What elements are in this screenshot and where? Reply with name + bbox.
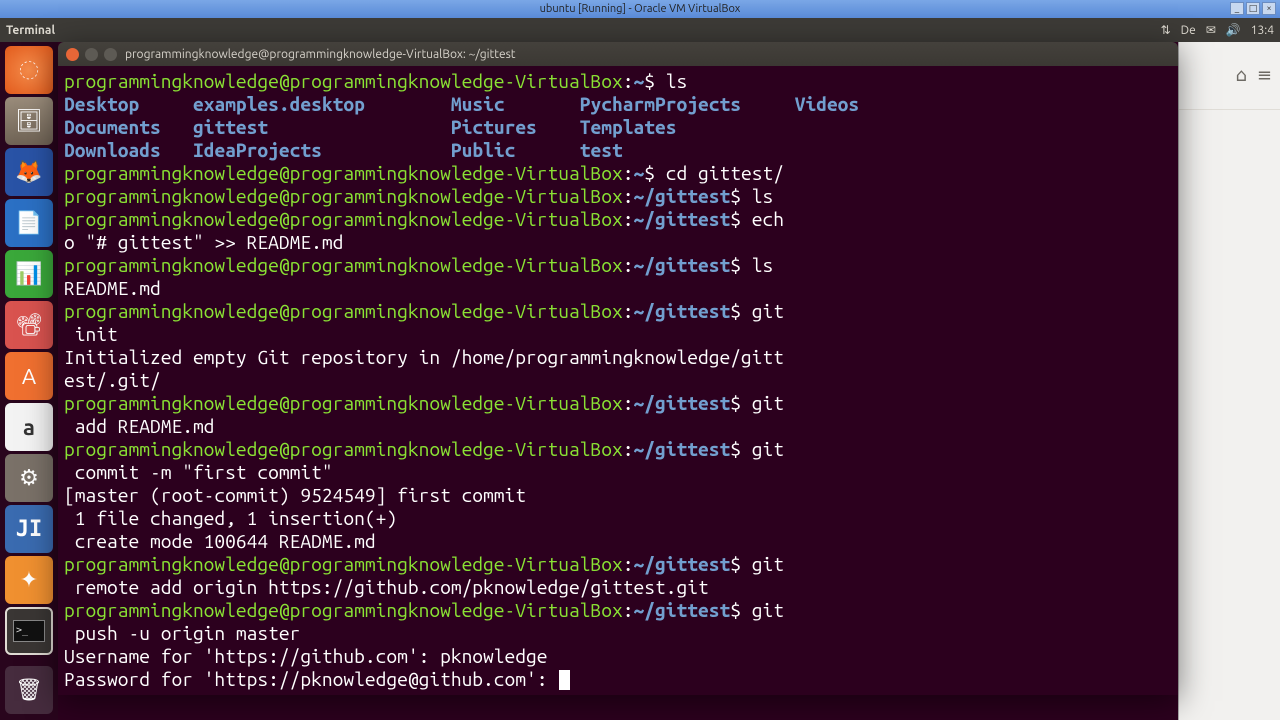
system-indicators: ⇅ De ✉ 🔊 13:4	[1161, 23, 1274, 37]
virtualbox-title: ubuntu [Running] - Oracle VM VirtualBox	[540, 3, 741, 15]
launcher-firefox[interactable]: 🦊	[5, 148, 53, 196]
jetbrains-2-icon: ✦	[20, 567, 38, 593]
launcher-amazon[interactable]: a	[5, 403, 53, 451]
window-minimize-button[interactable]	[85, 48, 98, 61]
software-center-icon: A	[22, 364, 36, 389]
amazon-icon: a	[23, 415, 35, 440]
firefox-icon: 🦊	[15, 159, 42, 185]
background-window: ⌂ ≡	[1178, 42, 1280, 720]
launcher-software-center[interactable]: A	[5, 352, 53, 400]
spreadsheet-icon: 📊	[15, 261, 42, 287]
trash-icon: 🗑	[15, 677, 43, 703]
launcher-calc[interactable]: 📊	[5, 250, 53, 298]
window-maximize-button[interactable]	[104, 48, 117, 61]
window-close-button[interactable]	[66, 48, 79, 61]
launcher-settings[interactable]: ⚙	[5, 454, 53, 502]
hamburger-menu-icon[interactable]: ≡	[1257, 65, 1272, 86]
jetbrains-icon: JI	[16, 517, 43, 542]
terminal-icon: >_	[13, 620, 45, 642]
launcher-writer[interactable]: 📄	[5, 199, 53, 247]
terminal-titlebar[interactable]: programmingknowledge@programmingknowledg…	[58, 42, 1178, 66]
messages-icon[interactable]: ✉	[1206, 23, 1216, 37]
ubuntu-logo-icon: ◌	[20, 58, 39, 83]
launcher-jetbrains[interactable]: JI	[5, 505, 53, 553]
background-window-header: ⌂ ≡	[1179, 42, 1280, 110]
virtualbox-window-controls: _ □ ×	[1230, 2, 1276, 15]
launcher-impress[interactable]: 📽	[5, 301, 53, 349]
launcher-trash[interactable]: 🗑	[5, 666, 53, 714]
unity-launcher: ◌ 🗄 🦊 📄 📊 📽 A a ⚙ JI ✦ >_ 🗑	[0, 42, 58, 720]
sound-icon[interactable]: 🔊	[1226, 23, 1241, 37]
launcher-jetbrains-2[interactable]: ✦	[5, 556, 53, 604]
gear-icon: ⚙	[19, 465, 39, 491]
keyboard-layout-indicator[interactable]: De	[1181, 24, 1196, 37]
terminal-window-title: programmingknowledge@programmingknowledg…	[125, 48, 516, 61]
launcher-dash[interactable]: ◌	[5, 46, 53, 94]
folder-icon: 🗄	[15, 108, 43, 134]
terminal-window: programmingknowledge@programmingknowledg…	[58, 42, 1178, 695]
launcher-terminal[interactable]: >_	[5, 607, 53, 655]
home-icon[interactable]: ⌂	[1235, 65, 1246, 86]
vb-minimize-button[interactable]: _	[1230, 2, 1244, 15]
vb-maximize-button[interactable]: □	[1246, 2, 1260, 15]
clock[interactable]: 13:4	[1251, 24, 1274, 37]
ubuntu-desktop: Terminal ⇅ De ✉ 🔊 13:4 ◌ 🗄 🦊 📄 📊 📽 A a ⚙…	[0, 18, 1280, 720]
launcher-files[interactable]: 🗄	[5, 97, 53, 145]
vb-close-button[interactable]: ×	[1262, 2, 1276, 15]
network-icon[interactable]: ⇅	[1161, 23, 1171, 37]
active-app-label: Terminal	[6, 24, 55, 37]
virtualbox-titlebar: ubuntu [Running] - Oracle VM VirtualBox …	[0, 0, 1280, 18]
ubuntu-top-panel: Terminal ⇅ De ✉ 🔊 13:4	[0, 18, 1280, 42]
window-control-buttons	[66, 48, 117, 61]
terminal-output[interactable]: programmingknowledge@programmingknowledg…	[58, 66, 1178, 695]
presentation-icon: 📽	[15, 312, 43, 338]
document-icon: 📄	[15, 210, 42, 236]
